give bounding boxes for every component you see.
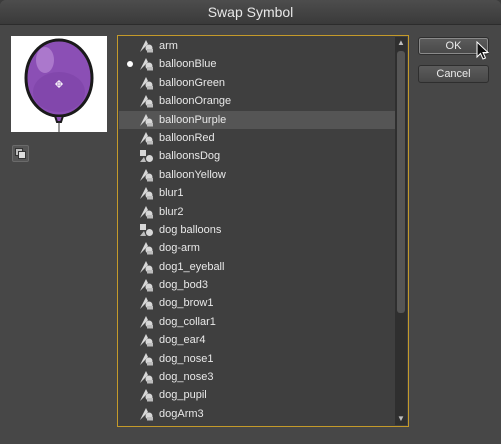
- list-item-label: dog_brow1: [159, 297, 214, 310]
- movieclip-symbol-icon: [139, 149, 154, 163]
- graphic-symbol-icon: [139, 168, 154, 182]
- list-item-label: dog_nose3: [159, 371, 214, 384]
- graphic-symbol-icon: [139, 370, 154, 384]
- list-item[interactable]: balloonBlue: [119, 55, 396, 73]
- list-item[interactable]: dog_nose3: [119, 368, 396, 386]
- list-item-label: dog-arm: [159, 242, 200, 255]
- symbol-list[interactable]: arm balloonBlue balloonGreen balloonOrange b…: [117, 35, 409, 427]
- list-item[interactable]: balloonGreen: [119, 74, 396, 92]
- list-item-label: dog_pupil: [159, 389, 207, 402]
- graphic-symbol-icon: [139, 76, 154, 90]
- scroll-up-arrow-icon[interactable]: ▲: [395, 37, 407, 49]
- graphic-symbol-icon: [139, 205, 154, 219]
- list-item[interactable]: balloonRed: [119, 129, 396, 147]
- list-item[interactable]: dog_bod3: [119, 276, 396, 294]
- list-item[interactable]: blur1: [119, 184, 396, 202]
- duplicate-symbol-button[interactable]: [12, 145, 29, 162]
- list-item-label: dog_bod3: [159, 279, 208, 292]
- graphic-symbol-icon: [139, 131, 154, 145]
- list-item-label: balloonPurple: [159, 113, 227, 126]
- list-item-label: balloonsDog: [159, 150, 221, 163]
- graphic-symbol-icon: [139, 260, 154, 274]
- list-item[interactable]: balloonsDog: [119, 147, 396, 165]
- list-item[interactable]: dog-arm: [119, 239, 396, 257]
- list-item[interactable]: dog_nose1: [119, 350, 396, 368]
- list-item-label: blur1: [159, 187, 184, 200]
- symbol-preview: [11, 36, 107, 132]
- list-item[interactable]: balloonPurple: [119, 110, 396, 129]
- list-item[interactable]: arm: [119, 37, 396, 55]
- graphic-symbol-icon: [139, 278, 154, 292]
- list-item-label: balloonRed: [159, 131, 215, 144]
- list-item[interactable]: dog_pupil: [119, 386, 396, 404]
- list-item-label: arm: [159, 40, 178, 52]
- list-scrollbar[interactable]: ▲ ▼: [395, 37, 407, 425]
- balloon-preview-image: [24, 38, 94, 132]
- list-item-label: dog_collar1: [159, 315, 216, 328]
- list-item-label: balloonGreen: [159, 76, 226, 89]
- list-item[interactable]: balloonYellow: [119, 166, 396, 184]
- list-item-label: balloonYellow: [159, 168, 226, 181]
- scroll-down-arrow-icon[interactable]: ▼: [395, 413, 407, 425]
- graphic-symbol-icon: [139, 186, 154, 200]
- list-item-label: dog balloons: [159, 223, 222, 236]
- list-item[interactable]: balloonOrange: [119, 92, 396, 110]
- graphic-symbol-icon: [139, 315, 154, 329]
- mouse-cursor-icon: [476, 41, 490, 60]
- list-item[interactable]: dogArm3: [119, 405, 396, 423]
- graphic-symbol-icon: [139, 94, 154, 108]
- list-item[interactable]: dog_brow1: [119, 294, 396, 312]
- list-item[interactable]: dog_collar1: [119, 313, 396, 331]
- graphic-symbol-icon: [139, 296, 154, 310]
- symbol-list-items: arm balloonBlue balloonGreen balloonOrange b…: [119, 37, 396, 425]
- graphic-symbol-icon: [139, 241, 154, 255]
- dialog-title: Swap Symbol: [0, 0, 501, 25]
- scroll-thumb[interactable]: [397, 51, 405, 313]
- graphic-symbol-icon: [139, 388, 154, 402]
- swap-symbol-dialog: Swap Symbol arm balloonBlue balloonGreen ba…: [0, 0, 501, 444]
- current-symbol-dot-icon: [127, 61, 133, 68]
- list-item[interactable]: dog_ear4: [119, 331, 396, 349]
- graphic-symbol-icon: [139, 352, 154, 366]
- list-item-label: dog_nose1: [159, 352, 214, 365]
- cancel-button[interactable]: Cancel: [418, 65, 489, 83]
- list-item-label: dog1_eyeball: [159, 260, 225, 273]
- list-item-label: blur2: [159, 205, 184, 218]
- list-item-label: balloonOrange: [159, 95, 232, 108]
- graphic-symbol-icon: [139, 113, 154, 127]
- list-item-label: dog_ear4: [159, 334, 206, 347]
- list-item[interactable]: blur2: [119, 203, 396, 221]
- list-item[interactable]: dog balloons: [119, 221, 396, 239]
- duplicate-icon: [15, 148, 26, 159]
- list-item[interactable]: dog1_eyeball: [119, 258, 396, 276]
- graphic-symbol-icon: [139, 407, 154, 421]
- movieclip-symbol-icon: [139, 223, 154, 237]
- list-item-label: dogArm3: [159, 407, 204, 420]
- list-item-label: balloonBlue: [159, 58, 217, 71]
- graphic-symbol-icon: [139, 57, 154, 71]
- graphic-symbol-icon: [139, 333, 154, 347]
- graphic-symbol-icon: [139, 39, 154, 53]
